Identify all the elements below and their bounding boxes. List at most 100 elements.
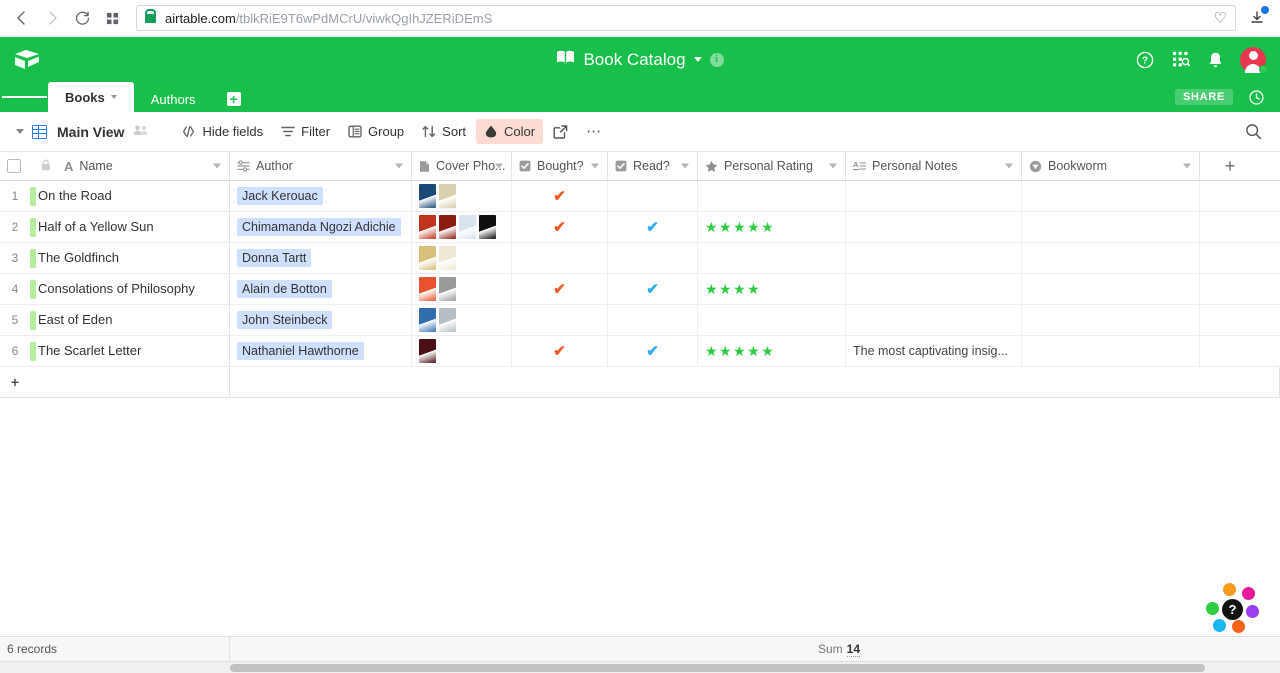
column-header-cover-photo[interactable]: Cover Pho...	[412, 152, 512, 180]
cover-thumbnail[interactable]	[439, 277, 456, 301]
table-row[interactable]: 5 East of Eden John Steinbeck	[0, 305, 1280, 336]
help-widget[interactable]: ?	[1206, 583, 1259, 635]
column-header-name[interactable]: A Name	[51, 159, 229, 174]
read-check-icon[interactable]: ✔	[646, 342, 659, 360]
help-question-icon[interactable]: ?	[1222, 599, 1243, 620]
collaborators-icon[interactable]	[133, 124, 149, 139]
reload-button[interactable]	[68, 4, 96, 32]
add-table-icon[interactable]: +	[226, 92, 241, 106]
cell-personal-rating[interactable]	[698, 181, 846, 211]
address-bar[interactable]: airtable.com/tblkRiE9T6wPdMCrU/viwkQgIhJ…	[136, 5, 1236, 31]
share-view-button[interactable]	[545, 120, 576, 144]
cell-cover-photo[interactable]	[412, 274, 512, 304]
author-chip[interactable]: Chimamanda Ngozi Adichie	[237, 218, 401, 236]
cell-author[interactable]: Nathaniel Hawthorne	[230, 336, 412, 366]
read-check-icon[interactable]: ✔	[646, 280, 659, 298]
cell-name[interactable]: On the Road	[38, 181, 229, 211]
cell-read[interactable]	[608, 181, 698, 211]
cell-personal-notes[interactable]: The most captivating insig...	[846, 336, 1022, 366]
attachment-thumbnails[interactable]	[419, 277, 456, 301]
cell-bought[interactable]	[512, 243, 608, 273]
table-row[interactable]: 1 On the Road Jack Kerouac ✔	[0, 181, 1280, 212]
column-header-personal-rating[interactable]: Personal Rating	[698, 152, 846, 180]
info-icon[interactable]: i	[709, 52, 724, 67]
cell-cover-photo[interactable]	[412, 305, 512, 335]
scrollbar-thumb[interactable]	[230, 664, 1205, 672]
cell-personal-notes[interactable]	[846, 181, 1022, 211]
cover-thumbnail[interactable]	[419, 215, 436, 239]
cell-bought[interactable]: ✔	[512, 274, 608, 304]
column-header-personal-notes[interactable]: A Personal Notes	[846, 152, 1022, 180]
attachment-thumbnails[interactable]	[419, 339, 436, 363]
bought-check-icon[interactable]: ✔	[553, 218, 566, 236]
cell-personal-rating[interactable]: ★★★★★	[698, 336, 846, 366]
chevron-down-icon[interactable]	[681, 163, 689, 169]
more-options-button[interactable]: ⋯	[578, 122, 610, 142]
author-chip[interactable]: Alain de Botton	[237, 280, 332, 298]
cell-personal-rating[interactable]: ★★★★★	[698, 212, 846, 242]
cell-author[interactable]: Donna Tartt	[230, 243, 412, 273]
filter-button[interactable]: Filter	[273, 119, 338, 144]
airtable-logo-icon[interactable]	[12, 45, 42, 75]
cell-bookworm[interactable]	[1022, 274, 1200, 304]
rating-stars[interactable]: ★★★★	[705, 281, 761, 298]
chevron-down-icon[interactable]	[591, 163, 599, 169]
bought-check-icon[interactable]: ✔	[553, 187, 566, 205]
cover-thumbnail[interactable]	[479, 215, 496, 239]
cell-read[interactable]	[608, 243, 698, 273]
apps-search-icon[interactable]	[1170, 50, 1190, 70]
cell-read[interactable]: ✔	[608, 212, 698, 242]
heart-icon[interactable]: ♡	[1206, 9, 1227, 27]
group-button[interactable]: Group	[340, 119, 412, 144]
column-header-bought[interactable]: Bought?	[512, 152, 608, 180]
cell-personal-rating[interactable]	[698, 243, 846, 273]
cell-personal-notes[interactable]	[846, 305, 1022, 335]
rating-summary[interactable]: Sum 14	[720, 637, 868, 661]
attachment-thumbnails[interactable]	[419, 215, 496, 239]
tab-authors[interactable]: Authors	[134, 86, 213, 112]
views-sidebar-toggle[interactable]	[16, 129, 24, 134]
cover-thumbnail[interactable]	[419, 339, 436, 363]
table-row[interactable]: 3 The Goldfinch Donna Tartt	[0, 243, 1280, 274]
cell-bought[interactable]	[512, 305, 608, 335]
cell-cover-photo[interactable]	[412, 243, 512, 273]
add-row-icon[interactable]: +	[0, 367, 30, 397]
search-button[interactable]	[1237, 118, 1270, 145]
cell-bought[interactable]: ✔	[512, 181, 608, 211]
chevron-down-icon[interactable]	[1005, 163, 1013, 169]
cell-author[interactable]: Jack Kerouac	[230, 181, 412, 211]
download-button[interactable]	[1242, 4, 1272, 32]
hide-fields-button[interactable]: Hide fields	[173, 119, 271, 144]
read-check-icon[interactable]: ✔	[646, 218, 659, 236]
chevron-down-icon[interactable]	[213, 163, 221, 169]
cell-read[interactable]: ✔	[608, 274, 698, 304]
cover-thumbnail[interactable]	[419, 277, 436, 301]
cell-bookworm[interactable]	[1022, 181, 1200, 211]
cell-author[interactable]: John Steinbeck	[230, 305, 412, 335]
color-button[interactable]: Color	[476, 119, 544, 144]
cover-thumbnail[interactable]	[419, 246, 436, 270]
cover-thumbnail[interactable]	[419, 184, 436, 208]
author-chip[interactable]: Donna Tartt	[237, 249, 312, 267]
cell-read[interactable]	[608, 305, 698, 335]
cell-personal-rating[interactable]	[698, 305, 846, 335]
author-chip[interactable]: Jack Kerouac	[237, 187, 323, 205]
cell-bookworm[interactable]	[1022, 336, 1200, 366]
table-row[interactable]: 4 Consolations of Philosophy Alain de Bott…	[0, 274, 1280, 305]
attachment-thumbnails[interactable]	[419, 246, 456, 270]
cell-name[interactable]: East of Eden	[38, 305, 229, 335]
column-header-read[interactable]: Read?	[608, 152, 698, 180]
bought-check-icon[interactable]: ✔	[553, 280, 566, 298]
history-clock-icon[interactable]	[1246, 87, 1266, 107]
cell-bookworm[interactable]	[1022, 243, 1200, 273]
forward-button[interactable]	[38, 4, 66, 32]
chevron-down-icon[interactable]	[495, 163, 503, 169]
page-title[interactable]: Book Catalog	[583, 50, 685, 70]
column-header-bookworm[interactable]: Bookworm	[1022, 152, 1200, 180]
rating-stars[interactable]: ★★★★★	[705, 343, 775, 360]
hamburger-menu-icon[interactable]	[0, 82, 48, 112]
cell-name[interactable]: The Goldfinch	[38, 243, 229, 273]
chevron-down-icon[interactable]	[110, 95, 117, 99]
cover-thumbnail[interactable]	[459, 215, 476, 239]
cell-personal-notes[interactable]	[846, 243, 1022, 273]
